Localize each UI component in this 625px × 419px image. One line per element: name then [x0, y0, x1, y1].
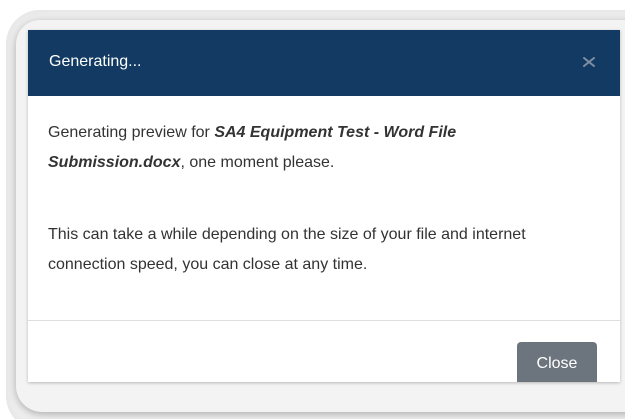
wait-note: This can take a while depending on the s…	[48, 226, 526, 273]
footer-divider	[28, 320, 620, 321]
message-prefix: Generating preview for	[48, 124, 215, 141]
dialog-header: Generating...	[28, 30, 620, 96]
generating-dialog: Generating... Generating preview for SA4…	[28, 30, 620, 382]
generating-message: Generating preview for SA4 Equipment Tes…	[48, 118, 548, 178]
dialog-body: Generating preview for SA4 Equipment Tes…	[48, 118, 548, 280]
message-suffix: , one moment please.	[180, 154, 335, 171]
screenshot-stage: Generating... Generating preview for SA4…	[0, 0, 625, 419]
dialog-title: Generating...	[49, 53, 142, 70]
close-icon[interactable]	[581, 54, 597, 70]
close-button[interactable]: Close	[517, 342, 597, 382]
